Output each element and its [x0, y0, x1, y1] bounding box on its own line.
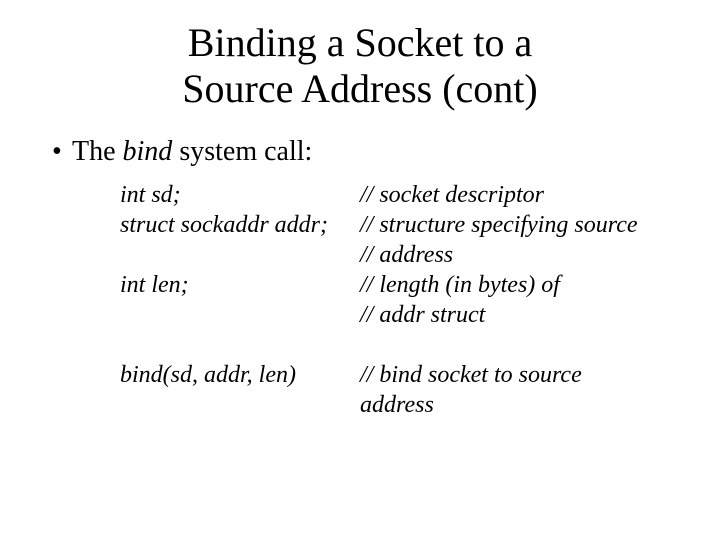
slide-title: Binding a Socket to a Source Address (co…: [40, 20, 680, 112]
code-comment: // address: [360, 240, 660, 270]
title-line-1: Binding a Socket to a: [188, 20, 532, 65]
title-line-2: Source Address (cont): [182, 66, 537, 111]
code-block: int sd; // socket descriptor struct sock…: [120, 180, 660, 420]
code-row: // address: [120, 240, 660, 270]
code-row: int len; // length (in bytes) of: [120, 270, 660, 300]
code-row: // addr struct: [120, 300, 660, 330]
code-decl: [120, 240, 360, 270]
code-row: int sd; // socket descriptor: [120, 180, 660, 210]
bullet-item: •The bind system call:: [40, 136, 680, 168]
code-row: struct sockaddr addr; // structure speci…: [120, 210, 660, 240]
slide: Binding a Socket to a Source Address (co…: [0, 0, 720, 540]
code-comment: // addr struct: [360, 300, 660, 330]
bullet-prefix: The: [72, 136, 123, 167]
code-decl: [120, 300, 360, 330]
code-row-call: bind(sd, addr, len) // bind socket to so…: [120, 360, 660, 420]
code-call: bind(sd, addr, len): [120, 360, 360, 420]
spacer: [120, 330, 660, 360]
code-decl: int len;: [120, 270, 360, 300]
code-decl: struct sockaddr addr;: [120, 210, 360, 240]
bullet-suffix: system call:: [172, 136, 312, 167]
bullet-dot: •: [52, 136, 72, 168]
code-comment: // length (in bytes) of: [360, 270, 660, 300]
bullet-emphasis: bind: [123, 136, 173, 167]
code-comment: // structure specifying source: [360, 210, 660, 240]
code-decl: int sd;: [120, 180, 360, 210]
code-comment: // bind socket to source address: [360, 360, 660, 420]
code-comment: // socket descriptor: [360, 180, 660, 210]
